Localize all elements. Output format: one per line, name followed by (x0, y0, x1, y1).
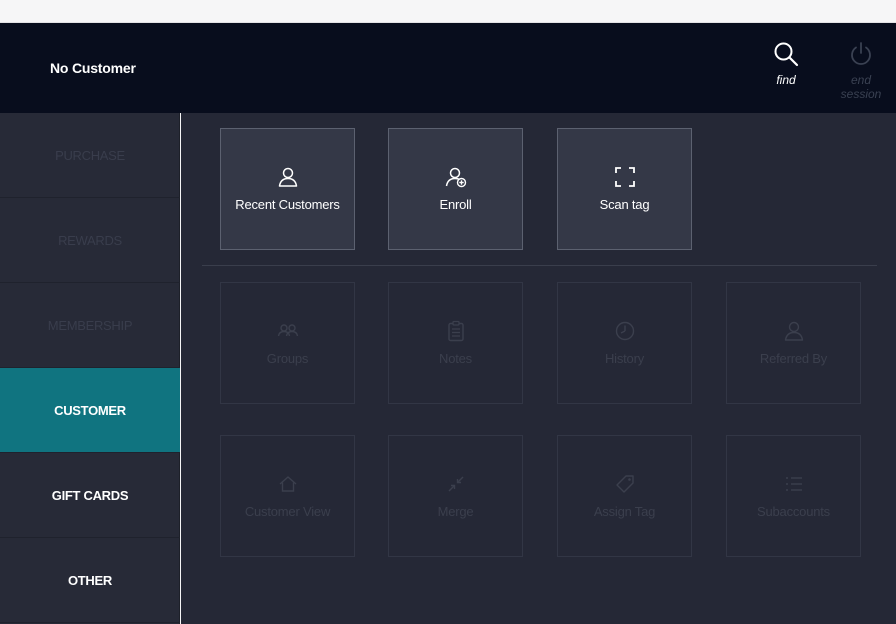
merge-arrows-icon (448, 476, 463, 492)
sidebar-nav: PURCHASE REWARDS MEMBERSHIP CUSTOMER GIF… (0, 113, 180, 624)
recent-customers-button[interactable]: Recent Customers (220, 128, 355, 250)
subaccounts-label: Subaccounts (757, 504, 830, 519)
search-icon (774, 42, 799, 67)
history-button[interactable]: History (557, 282, 692, 404)
list-icon (785, 477, 802, 491)
clipboard-icon (447, 320, 464, 342)
clock-icon (615, 321, 634, 341)
find-label: find (776, 73, 796, 87)
sidebar-item-purchase[interactable]: PURCHASE (0, 113, 180, 198)
scan-tag-button[interactable]: Scan tag (557, 128, 692, 250)
user-icon (278, 167, 297, 187)
app-header: No Customer find end session (0, 23, 896, 113)
scan-icon (614, 167, 635, 187)
merge-button[interactable]: Merge (388, 435, 523, 557)
section-divider (202, 265, 877, 266)
home-icon (279, 476, 296, 492)
sidebar-item-rewards[interactable]: REWARDS (0, 198, 180, 283)
enroll-button[interactable]: Enroll (388, 128, 523, 250)
sidebar-item-gift-cards[interactable]: GIFT CARDS (0, 453, 180, 538)
group-icon (277, 324, 298, 337)
history-label: History (604, 351, 645, 366)
tag-icon (615, 475, 634, 493)
end-session-button[interactable]: end session (831, 41, 891, 101)
customer-view-button[interactable]: Customer View (220, 435, 355, 557)
groups-button[interactable]: Groups (220, 282, 355, 404)
notes-label: Notes (439, 351, 472, 366)
enroll-label: Enroll (439, 197, 472, 212)
assign-tag-button[interactable]: Assign Tag (557, 435, 692, 557)
find-button[interactable]: find (756, 41, 816, 97)
sidebar-item-customer[interactable]: CUSTOMER (0, 368, 180, 453)
assign-tag-label: Assign Tag (593, 504, 656, 519)
recent-customers-label: Recent Customers (235, 197, 340, 212)
referred-by-label: Referred By (759, 351, 828, 366)
sidebar-item-membership[interactable]: MEMBERSHIP (0, 283, 180, 368)
scan-tag-label: Scan tag (599, 197, 650, 212)
groups-label: Groups (266, 351, 309, 366)
referred-by-button[interactable]: Referred By (726, 282, 861, 404)
merge-label: Merge (437, 504, 474, 519)
sidebar-item-other[interactable]: OTHER (0, 538, 180, 623)
end-session-label: end session (840, 73, 882, 101)
browser-top-strip (0, 0, 896, 23)
user-add-icon (445, 167, 466, 188)
power-icon (851, 42, 871, 65)
subaccounts-button[interactable]: Subaccounts (726, 435, 861, 557)
notes-button[interactable]: Notes (388, 282, 523, 404)
user-icon (784, 321, 803, 341)
customer-name: No Customer (50, 60, 136, 76)
main-panel: Recent Customers Enroll Scan tag Groups (181, 113, 896, 624)
customer-view-label: Customer View (244, 504, 331, 519)
